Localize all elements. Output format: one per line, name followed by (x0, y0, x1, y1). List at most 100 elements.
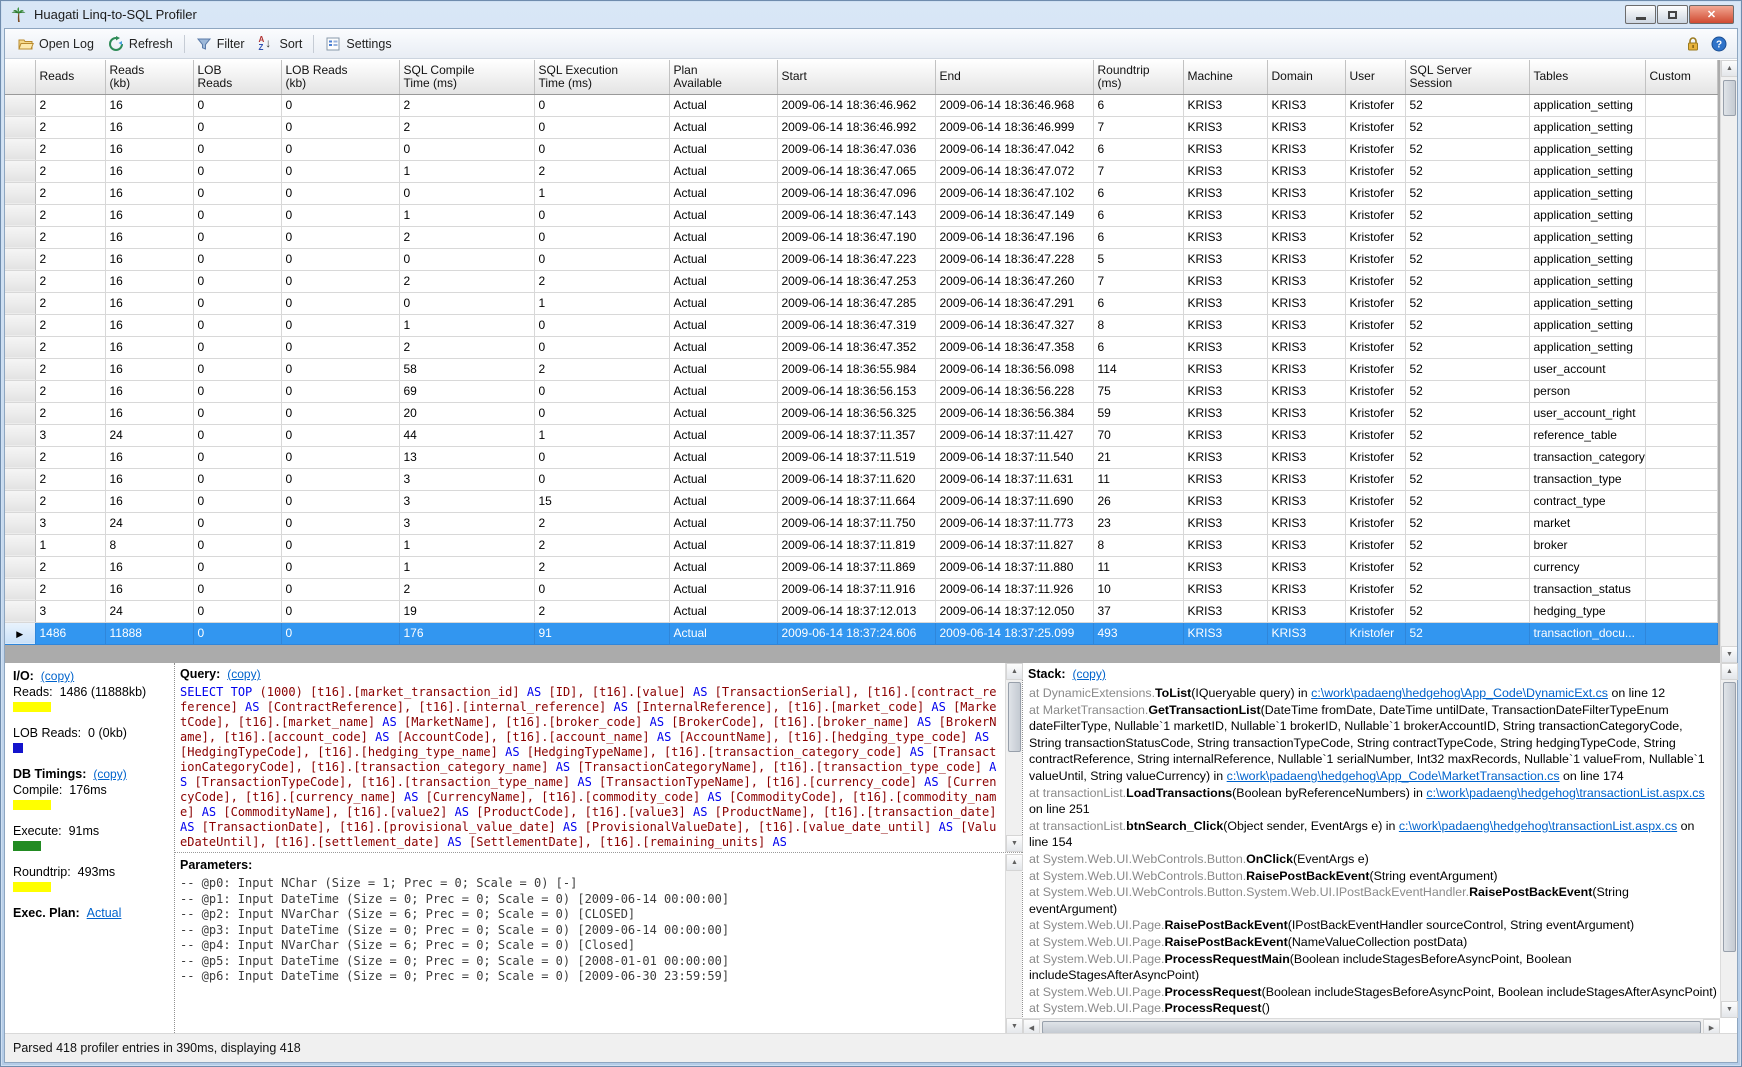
grid-cell[interactable]: 2009-06-14 18:37:11.631 (935, 468, 1093, 490)
grid-cell[interactable]: Actual (669, 446, 777, 468)
grid-cell[interactable]: Actual (669, 490, 777, 512)
grid-cell[interactable]: 0 (281, 182, 399, 204)
grid-row[interactable]: 2160000Actual2009-06-14 18:36:47.2232009… (5, 248, 1717, 270)
grid-cell[interactable]: 2009-06-14 18:36:47.149 (935, 204, 1093, 226)
grid-cell[interactable]: 2009-06-14 18:36:46.968 (935, 94, 1093, 116)
grid-cell[interactable]: 0 (281, 248, 399, 270)
row-selector-cell[interactable] (5, 446, 35, 468)
grid-cell[interactable]: 52 (1405, 380, 1529, 402)
grid-cell[interactable]: 0 (281, 160, 399, 182)
grid-cell[interactable]: 0 (281, 204, 399, 226)
grid-cell[interactable]: 52 (1405, 534, 1529, 556)
minimize-button[interactable] (1625, 5, 1656, 24)
grid-cell[interactable]: KRIS3 (1267, 160, 1345, 182)
grid-cell[interactable]: 15 (534, 490, 669, 512)
grid-cell[interactable]: 52 (1405, 446, 1529, 468)
grid-column-header[interactable]: SQL Compile Time (ms) (399, 60, 534, 94)
grid-cell[interactable]: 2009-06-14 18:36:47.223 (777, 248, 935, 270)
scroll-up-button[interactable]: ▲ (1006, 854, 1023, 871)
grid-cell[interactable]: KRIS3 (1267, 468, 1345, 490)
grid-cell[interactable]: 16 (105, 138, 193, 160)
grid-cell[interactable]: 2 (35, 380, 105, 402)
grid-cell[interactable]: KRIS3 (1183, 622, 1267, 644)
grid-cell[interactable]: 0 (534, 578, 669, 600)
row-selector-cell[interactable] (5, 248, 35, 270)
grid-row[interactable]: 2160020Actual2009-06-14 18:36:47.1902009… (5, 226, 1717, 248)
grid-cell[interactable]: Actual (669, 270, 777, 292)
grid-cell[interactable]: KRIS3 (1183, 490, 1267, 512)
grid-cell[interactable]: 16 (105, 292, 193, 314)
grid-cell[interactable]: 2 (534, 600, 669, 622)
scroll-up-button[interactable]: ▲ (1006, 663, 1023, 680)
grid-cell[interactable]: 2 (534, 270, 669, 292)
grid-cell[interactable]: 0 (193, 358, 281, 380)
grid-cell[interactable]: 2009-06-14 18:37:11.819 (777, 534, 935, 556)
row-selector-cell[interactable] (5, 468, 35, 490)
grid-cell[interactable]: 52 (1405, 270, 1529, 292)
maximize-button[interactable] (1657, 5, 1688, 24)
grid-cell[interactable]: 69 (399, 380, 534, 402)
grid-cell[interactable]: 2 (399, 270, 534, 292)
grid-cell[interactable]: 3 (35, 424, 105, 446)
grid-cell[interactable]: 2009-06-14 18:37:24.606 (777, 622, 935, 644)
grid-cell[interactable]: Actual (669, 556, 777, 578)
grid-cell[interactable]: 2 (534, 512, 669, 534)
grid-cell[interactable]: 2 (35, 160, 105, 182)
grid-cell[interactable]: KRIS3 (1183, 534, 1267, 556)
grid-cell[interactable]: 2 (35, 402, 105, 424)
grid-cell[interactable]: 2009-06-14 18:37:11.869 (777, 556, 935, 578)
grid-cell[interactable]: 52 (1405, 578, 1529, 600)
stack-file-link[interactable]: c:\work\padaeng\hedgehog\transactionList… (1399, 819, 1677, 833)
grid-cell[interactable]: 16 (105, 182, 193, 204)
grid-cell[interactable]: 2009-06-14 18:36:47.042 (935, 138, 1093, 160)
grid-cell[interactable]: contract_type (1529, 490, 1645, 512)
row-selector-cell[interactable] (5, 270, 35, 292)
row-selector-cell[interactable] (5, 204, 35, 226)
grid-cell[interactable]: KRIS3 (1183, 358, 1267, 380)
grid-cell[interactable]: 2009-06-14 18:37:11.540 (935, 446, 1093, 468)
grid-row[interactable]: ▶1486118880017691Actual2009-06-14 18:37:… (5, 622, 1717, 644)
row-selector-cell[interactable] (5, 116, 35, 138)
grid-cell[interactable] (1645, 490, 1717, 512)
grid-cell[interactable]: 6 (1093, 182, 1183, 204)
grid-cell[interactable]: application_setting (1529, 270, 1645, 292)
row-selector-cell[interactable] (5, 490, 35, 512)
grid-cell[interactable]: 0 (399, 248, 534, 270)
grid-cell[interactable]: KRIS3 (1267, 424, 1345, 446)
grid-cell[interactable]: 2009-06-14 18:37:12.013 (777, 600, 935, 622)
grid-row[interactable]: 21600200Actual2009-06-14 18:36:56.325200… (5, 402, 1717, 424)
row-selector-cell[interactable]: ▶ (5, 622, 35, 644)
scroll-down-button[interactable]: ▼ (1006, 835, 1023, 852)
grid-cell[interactable]: KRIS3 (1267, 446, 1345, 468)
grid-cell[interactable]: 16 (105, 468, 193, 490)
grid-cell[interactable] (1645, 226, 1717, 248)
row-selector-cell[interactable] (5, 138, 35, 160)
grid-cell[interactable]: 0 (534, 336, 669, 358)
sql-vertical-scrollbar[interactable]: ▲ ▼ (1005, 663, 1022, 852)
settings-button[interactable]: Settings (318, 33, 398, 55)
grid-cell[interactable]: 2009-06-14 18:37:11.690 (935, 490, 1093, 512)
grid-cell[interactable]: KRIS3 (1183, 468, 1267, 490)
grid-column-header[interactable]: Reads (35, 60, 105, 94)
grid-cell[interactable]: 2 (35, 94, 105, 116)
grid-cell[interactable]: 52 (1405, 182, 1529, 204)
titlebar[interactable]: Huagati Linq-to-SQL Profiler ✕ (0, 0, 1742, 28)
grid-cell[interactable]: person (1529, 380, 1645, 402)
grid-cell[interactable]: 0 (281, 314, 399, 336)
grid-cell[interactable]: KRIS3 (1183, 336, 1267, 358)
grid-cell[interactable]: 0 (281, 490, 399, 512)
grid-cell[interactable]: 0 (193, 380, 281, 402)
grid-cell[interactable]: application_setting (1529, 138, 1645, 160)
scrollbar-thumb[interactable] (1008, 682, 1021, 752)
grid-cell[interactable]: Kristofer (1345, 468, 1405, 490)
grid-cell[interactable]: 16 (105, 380, 193, 402)
grid-cell[interactable]: 1 (35, 534, 105, 556)
grid-cell[interactable]: 2009-06-14 18:36:47.319 (777, 314, 935, 336)
grid-row[interactable]: 2160001Actual2009-06-14 18:36:47.2852009… (5, 292, 1717, 314)
grid-cell[interactable]: 2009-06-14 18:36:55.984 (777, 358, 935, 380)
grid-cell[interactable]: 0 (281, 292, 399, 314)
grid-cell[interactable]: KRIS3 (1267, 402, 1345, 424)
grid-cell[interactable]: 0 (281, 446, 399, 468)
grid-cell[interactable]: KRIS3 (1267, 94, 1345, 116)
grid-cell[interactable]: application_setting (1529, 182, 1645, 204)
